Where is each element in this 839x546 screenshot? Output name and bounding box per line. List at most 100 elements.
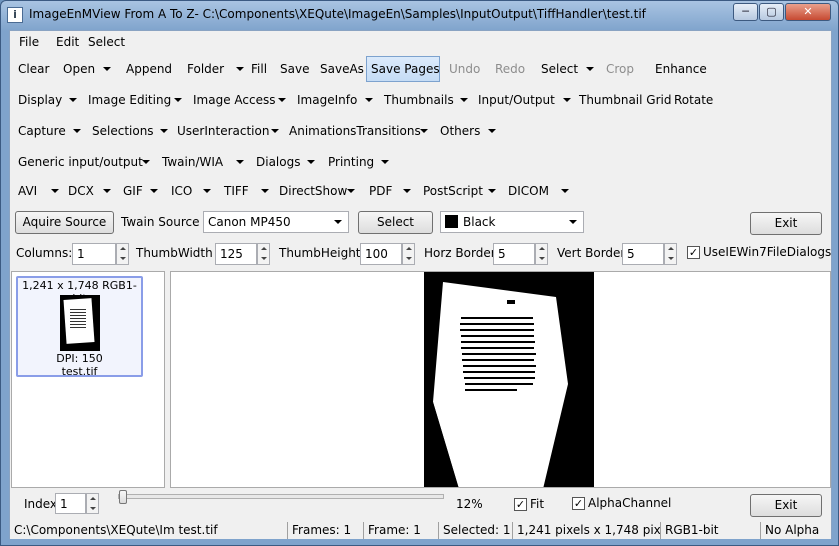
image-viewer[interactable]	[170, 271, 831, 488]
image-editing-menu[interactable]: Image Editing	[84, 87, 175, 113]
image-access-menu[interactable]: Image Access	[189, 87, 279, 113]
pdf-menu[interactable]: PDF	[365, 178, 396, 204]
redo-button[interactable]: Redo	[491, 56, 529, 82]
dialogs-menu[interactable]: Dialogs	[252, 149, 304, 175]
columns-input[interactable]: 1	[72, 243, 116, 265]
animationstransitions-menu[interactable]: AnimationsTransitions	[285, 118, 425, 144]
others-menu[interactable]: Others	[436, 118, 484, 144]
capture-menu[interactable]: Capture	[14, 118, 70, 144]
printing-menu[interactable]: Printing	[324, 149, 378, 175]
gif-arrow-icon[interactable]	[150, 189, 158, 193]
enhance-button[interactable]: Enhance	[651, 56, 711, 82]
select-source-button[interactable]: Select	[358, 211, 433, 234]
save-pages-button[interactable]: Save Pages	[366, 56, 440, 82]
animationstransitions-arrow-icon[interactable]	[420, 129, 428, 133]
ico-arrow-icon[interactable]	[203, 189, 211, 193]
menu-select[interactable]: Select	[88, 35, 125, 49]
userinteraction-arrow-icon[interactable]	[271, 129, 279, 133]
directshow-arrow-icon[interactable]	[347, 189, 355, 193]
display-arrow-icon[interactable]	[69, 98, 77, 102]
gif-menu[interactable]: GIF	[119, 178, 147, 204]
thumbnail-item[interactable]: 1,241 x 1,748 RGB1-bit DPI: 150 test.tif	[16, 276, 143, 378]
color-select[interactable]: Black	[440, 211, 584, 233]
columns-spinner[interactable]	[116, 243, 129, 265]
thumbheight-input[interactable]: 100	[360, 243, 402, 265]
pdf-arrow-icon[interactable]	[403, 189, 411, 193]
open-button[interactable]: Open	[59, 56, 99, 82]
menu-edit[interactable]: Edit	[56, 35, 79, 49]
close-button[interactable]: ✕	[785, 3, 831, 21]
twain-wia-menu[interactable]: Twain/WIA	[158, 149, 227, 175]
folder-button[interactable]: Folder	[183, 56, 228, 82]
zoom-slider-track[interactable]	[118, 494, 444, 499]
clear-button[interactable]: Clear	[14, 56, 53, 82]
crop-button[interactable]: Crop	[602, 56, 638, 82]
input-output-menu[interactable]: Input/Output	[474, 87, 559, 113]
postscript-arrow-icon[interactable]	[488, 189, 496, 193]
append-button[interactable]: Append	[122, 56, 176, 82]
exit-button-bottom[interactable]: Exit	[750, 494, 822, 517]
capture-arrow-icon[interactable]	[73, 129, 81, 133]
horzborder-spinner[interactable]	[535, 243, 548, 265]
avi-arrow-icon[interactable]	[51, 189, 59, 193]
open-dropdown-arrow-icon[interactable]	[103, 67, 111, 71]
horzborder-input[interactable]: 5	[493, 243, 535, 265]
zoom-slider-thumb[interactable]	[119, 490, 127, 504]
others-arrow-icon[interactable]	[488, 129, 496, 133]
thumbwidth-spinner[interactable]	[257, 243, 270, 265]
thumbnails-menu[interactable]: Thumbnails	[380, 87, 458, 113]
thumbheight-spinner[interactable]	[402, 243, 415, 265]
userinteraction-menu[interactable]: UserInteraction	[173, 118, 273, 144]
index-spinner[interactable]	[86, 493, 99, 514]
save-button[interactable]: Save	[276, 56, 313, 82]
selections-arrow-icon[interactable]	[160, 129, 168, 133]
thumbwidth-input[interactable]: 125	[215, 243, 257, 265]
saveas-button[interactable]: SaveAs	[316, 56, 368, 82]
display-menu[interactable]: Display	[14, 87, 66, 113]
vertborder-spinner[interactable]	[664, 243, 677, 265]
exit-button-top[interactable]: Exit	[750, 212, 822, 235]
index-input[interactable]: 1	[55, 493, 86, 514]
select-button[interactable]: Select	[537, 56, 582, 82]
image-editing-arrow-icon[interactable]	[174, 98, 182, 102]
input-output-arrow-icon[interactable]	[563, 98, 571, 102]
fit-checkbox[interactable]: ✓	[514, 498, 527, 511]
dcx-arrow-icon[interactable]	[103, 189, 111, 193]
thumbnail-grid-menu[interactable]: Thumbnail Grid	[575, 87, 675, 113]
rotate-menu[interactable]: Rotate	[670, 87, 717, 113]
title-bar[interactable]: i ImageEnMView From A To Z- C:\Component…	[1, 1, 838, 29]
tiff-arrow-icon[interactable]	[261, 189, 269, 193]
imageinfo-arrow-icon[interactable]	[365, 98, 373, 102]
thumbnail-panel[interactable]: 1,241 x 1,748 RGB1-bit DPI: 150 test.tif	[11, 271, 165, 488]
dialogs-arrow-icon[interactable]	[307, 160, 315, 164]
menu-file[interactable]: File	[19, 35, 39, 49]
ico-menu[interactable]: ICO	[167, 178, 196, 204]
generic-io-arrow-icon[interactable]	[142, 160, 150, 164]
tiff-menu[interactable]: TIFF	[220, 178, 253, 204]
dicom-arrow-icon[interactable]	[561, 189, 569, 193]
twain-wia-arrow-icon[interactable]	[236, 160, 244, 164]
app-icon[interactable]: i	[7, 7, 23, 23]
minimize-button[interactable]: ─	[733, 3, 758, 21]
usewin7-checkbox[interactable]: ✓	[687, 246, 700, 259]
thumbnails-arrow-icon[interactable]	[460, 98, 468, 102]
avi-menu[interactable]: AVI	[14, 178, 41, 204]
alpha-checkbox[interactable]: ✓	[572, 497, 585, 510]
generic-io-menu[interactable]: Generic input/output	[14, 149, 147, 175]
acquire-source-button[interactable]: Aquire Source	[15, 211, 114, 234]
selections-menu[interactable]: Selections	[88, 118, 158, 144]
printing-arrow-icon[interactable]	[381, 160, 389, 164]
postscript-menu[interactable]: PostScript	[419, 178, 487, 204]
folder-dropdown-arrow-icon[interactable]	[236, 67, 244, 71]
dicom-menu[interactable]: DICOM	[504, 178, 553, 204]
maximize-button[interactable]: ▢	[759, 3, 784, 21]
imageinfo-menu[interactable]: ImageInfo	[293, 87, 361, 113]
select-dropdown-arrow-icon[interactable]	[586, 67, 594, 71]
vertborder-input[interactable]: 5	[622, 243, 664, 265]
dcx-menu[interactable]: DCX	[64, 178, 98, 204]
image-access-arrow-icon[interactable]	[278, 98, 286, 102]
undo-button[interactable]: Undo	[445, 56, 484, 82]
directshow-menu[interactable]: DirectShow	[275, 178, 351, 204]
twain-source-select[interactable]: Canon MP450	[203, 211, 349, 233]
fill-button[interactable]: Fill	[247, 56, 271, 82]
